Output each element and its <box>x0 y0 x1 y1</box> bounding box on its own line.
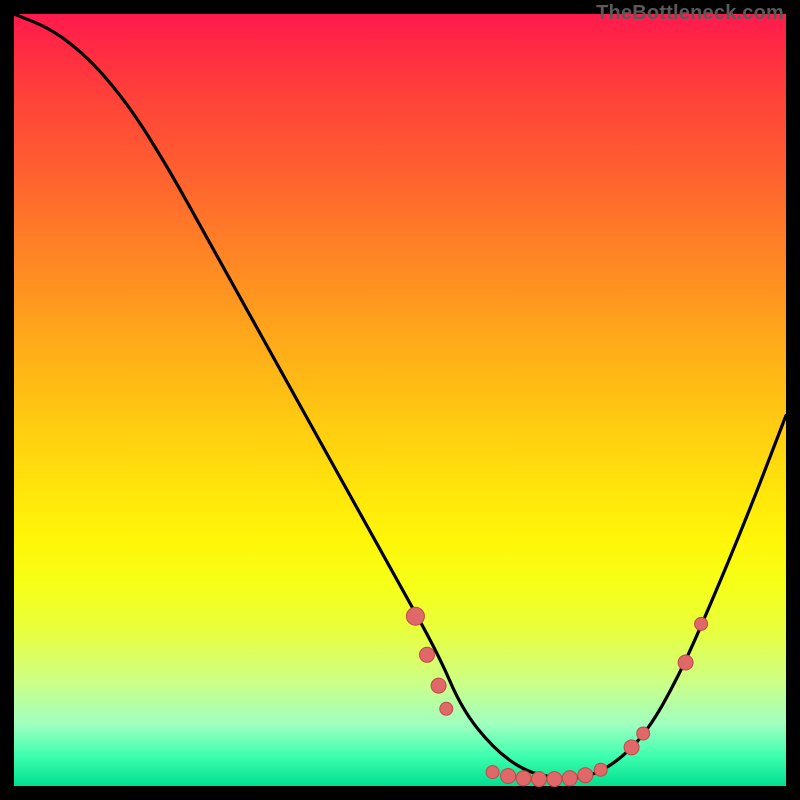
data-marker <box>420 647 435 662</box>
data-marker <box>440 702 453 715</box>
data-marker <box>624 740 639 755</box>
chart-frame: TheBottleneck.com <box>0 0 800 800</box>
data-marker <box>594 763 607 776</box>
data-marker <box>431 678 446 693</box>
bottleneck-curve <box>14 14 786 778</box>
marker-layer <box>406 607 707 786</box>
data-marker <box>547 772 562 787</box>
data-marker <box>501 769 516 784</box>
data-marker <box>578 768 593 783</box>
watermark-text: TheBottleneck.com <box>596 2 784 25</box>
chart-svg <box>14 14 786 786</box>
data-marker <box>516 771 531 786</box>
data-marker <box>562 771 577 786</box>
data-marker <box>695 617 708 630</box>
data-marker <box>532 772 547 787</box>
data-marker <box>486 766 499 779</box>
data-marker <box>678 655 693 670</box>
data-marker <box>406 607 424 625</box>
data-marker <box>637 727 650 740</box>
